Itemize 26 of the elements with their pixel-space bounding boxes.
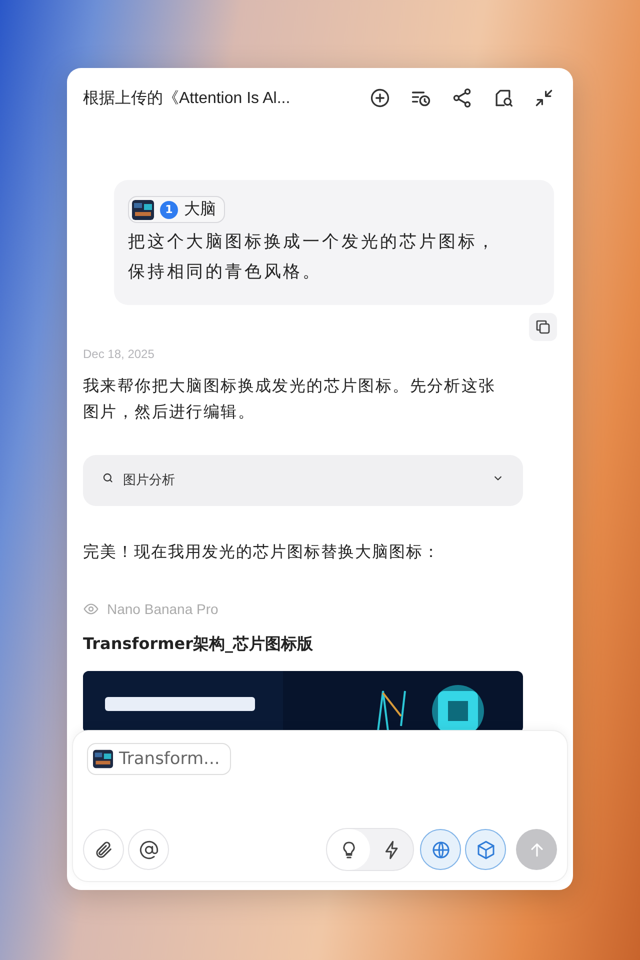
model-name: Nano Banana Pro [107,600,218,616]
cube-icon [476,840,496,860]
user-message-text: 把这个大脑图标换成一个发光的芯片图标，保持相同的青色风格。 [128,230,498,284]
search-icon [101,471,115,485]
attachment-chip[interactable]: Transform... [87,743,231,775]
image-reference-chip[interactable]: 1 大脑 [128,196,225,223]
think-mode-button[interactable] [327,829,370,870]
assistant-message-text: 我来帮你把大脑图标换成发光的芯片图标。先分析这张图片，然后进行编辑。 [83,374,497,422]
image-title: Transformer架构_芯片图标版 [83,634,314,654]
web-search-button[interactable] [420,829,461,870]
message-composer[interactable]: Transform... [72,730,568,882]
assistant-message-text: 完美！现在我用发光的芯片图标替换大脑图标： [83,542,441,562]
at-sign-icon [138,840,158,860]
attach-button[interactable] [83,829,124,870]
window-title: 根据上传的《Attention Is Al... [83,88,292,108]
copy-button[interactable] [529,312,557,340]
globe-icon [430,840,450,860]
paperclip-icon [94,840,114,860]
message-date: Dec 18, 2025 [83,346,156,360]
copy-icon [534,318,552,336]
number-badge: 1 [160,200,178,218]
attachment-name: Transform... [119,749,220,769]
chip-label: 大脑 [184,199,216,220]
cube-mode-button[interactable] [465,829,506,870]
image-analysis-toggle[interactable]: 图片分析 [83,454,523,506]
mention-button[interactable] [128,829,169,870]
